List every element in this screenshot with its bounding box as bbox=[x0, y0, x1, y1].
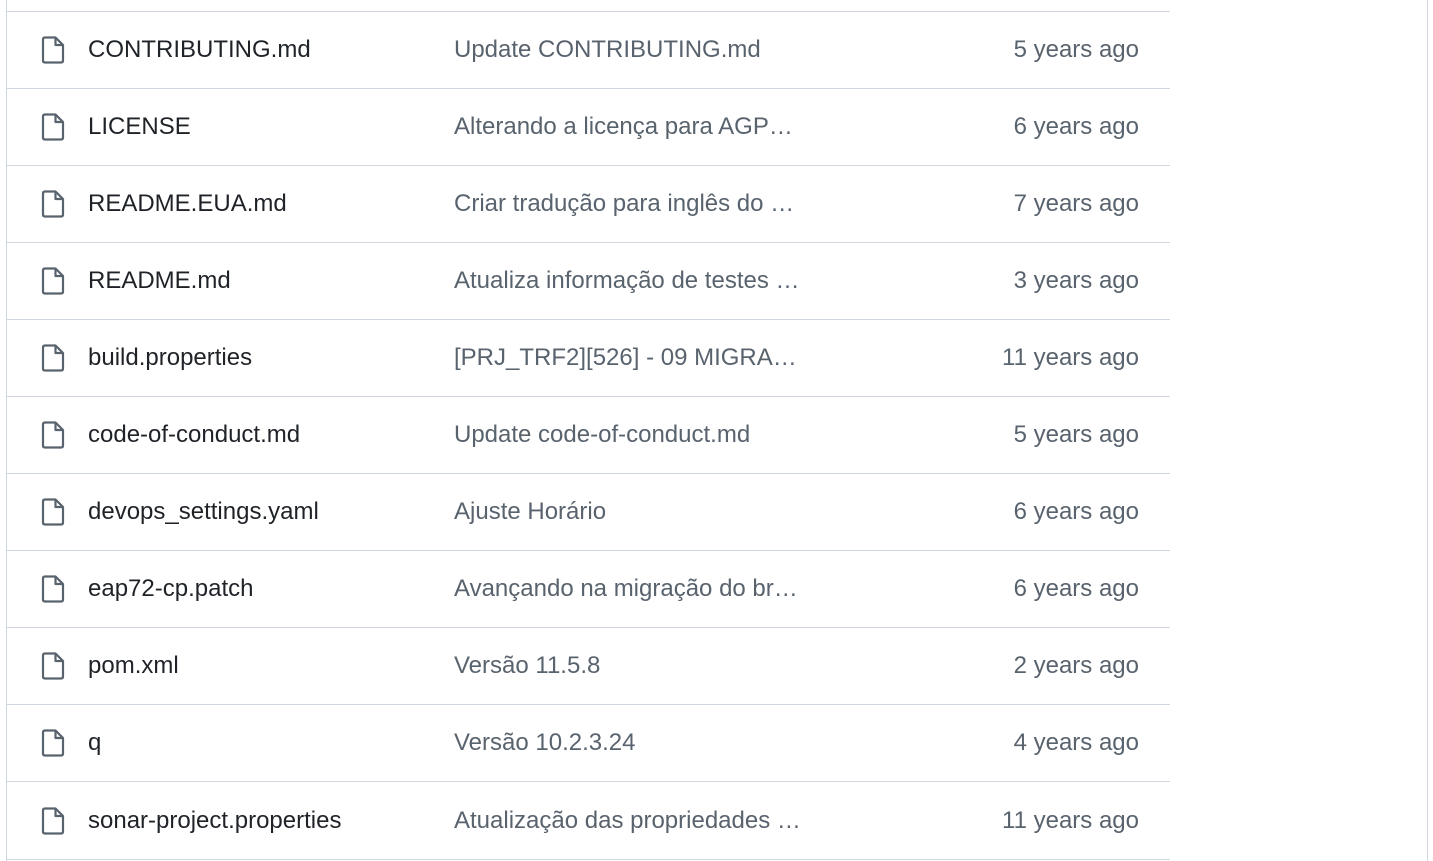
file-icon bbox=[40, 806, 66, 835]
commit-age: 6 years ago bbox=[1013, 498, 1139, 525]
commit-age: 5 years ago bbox=[1013, 36, 1139, 63]
table-row[interactable]: sonar-project.properties Atualização das… bbox=[7, 782, 1170, 860]
commit-age: 7 years ago bbox=[1013, 190, 1139, 217]
file-icon bbox=[40, 729, 66, 757]
commit-message-link[interactable]: Avançando na migração do br… bbox=[454, 575, 844, 603]
table-row[interactable]: code-of-conduct.md Update code-of-conduc… bbox=[7, 397, 1170, 474]
commit-age: 6 years ago bbox=[1013, 113, 1139, 140]
commit-age: 11 years ago bbox=[1002, 344, 1139, 371]
commit-message-link[interactable]: Update CONTRIBUTING.md bbox=[454, 36, 844, 64]
file-icon bbox=[40, 652, 66, 680]
commit-message-link[interactable]: Criar tradução para inglês do … bbox=[454, 190, 844, 218]
file-icon bbox=[40, 421, 66, 449]
commit-age: 2 years ago bbox=[1013, 652, 1139, 679]
file-icon bbox=[40, 190, 66, 218]
file-list: CONTRIBUTING.md Update CONTRIBUTING.md 5… bbox=[7, 11, 1170, 860]
file-name-link[interactable]: eap72-cp.patch bbox=[88, 575, 253, 603]
commit-message-link[interactable]: Versão 11.5.8 bbox=[454, 652, 844, 680]
table-row[interactable]: eap72-cp.patch Avançando na migração do … bbox=[7, 551, 1170, 628]
file-name-link[interactable]: sonar-project.properties bbox=[88, 807, 341, 835]
file-icon bbox=[40, 36, 66, 64]
file-name-link[interactable]: README.EUA.md bbox=[88, 190, 287, 218]
commit-age: 4 years ago bbox=[1013, 729, 1139, 756]
file-name-link[interactable]: q bbox=[88, 729, 101, 757]
commit-message-link[interactable]: Update code-of-conduct.md bbox=[454, 421, 844, 449]
file-browser-panel: CONTRIBUTING.md Update CONTRIBUTING.md 5… bbox=[6, 0, 1428, 861]
commit-message-link[interactable]: Ajuste Horário bbox=[454, 498, 844, 526]
commit-age: 6 years ago bbox=[1013, 575, 1139, 602]
file-icon bbox=[40, 267, 66, 295]
file-icon bbox=[40, 113, 66, 141]
commit-age: 11 years ago bbox=[1002, 806, 1139, 834]
commit-message-link[interactable]: [PRJ_TRF2][526] - 09 MIGRA… bbox=[454, 344, 844, 372]
table-row[interactable]: CONTRIBUTING.md Update CONTRIBUTING.md 5… bbox=[7, 12, 1170, 89]
file-name-link[interactable]: pom.xml bbox=[88, 652, 179, 680]
table-row[interactable]: LICENSE Alterando a licença para AGP… 6 … bbox=[7, 89, 1170, 166]
commit-age: 5 years ago bbox=[1013, 421, 1139, 448]
table-row[interactable]: devops_settings.yaml Ajuste Horário 6 ye… bbox=[7, 474, 1170, 551]
table-row[interactable]: pom.xml Versão 11.5.8 2 years ago bbox=[7, 628, 1170, 705]
commit-message-link[interactable]: Atualiza informação de testes … bbox=[454, 267, 844, 295]
commit-message-link[interactable]: Atualização das propriedades … bbox=[454, 807, 844, 835]
file-name-link[interactable]: LICENSE bbox=[88, 113, 191, 141]
table-row[interactable]: q Versão 10.2.3.24 4 years ago bbox=[7, 705, 1170, 782]
file-name-link[interactable]: CONTRIBUTING.md bbox=[88, 36, 311, 64]
table-row[interactable]: build.properties [PRJ_TRF2][526] - 09 MI… bbox=[7, 320, 1170, 397]
file-name-link[interactable]: build.properties bbox=[88, 344, 252, 372]
table-row[interactable]: README.EUA.md Criar tradução para inglês… bbox=[7, 166, 1170, 243]
file-name-link[interactable]: README.md bbox=[88, 267, 231, 295]
commit-message-link[interactable]: Alterando a licença para AGP… bbox=[454, 113, 844, 141]
commit-age: 3 years ago bbox=[1013, 267, 1139, 294]
file-icon bbox=[40, 498, 66, 526]
file-icon bbox=[40, 344, 66, 372]
table-row[interactable]: README.md Atualiza informação de testes … bbox=[7, 243, 1170, 320]
file-name-link[interactable]: devops_settings.yaml bbox=[88, 498, 319, 526]
commit-message-link[interactable]: Versão 10.2.3.24 bbox=[454, 729, 844, 757]
file-icon bbox=[40, 575, 66, 603]
file-name-link[interactable]: code-of-conduct.md bbox=[88, 421, 300, 449]
